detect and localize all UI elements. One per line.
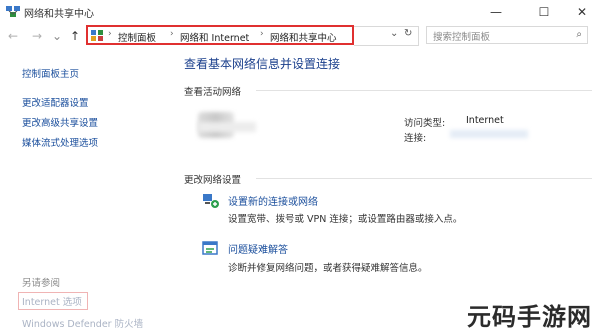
breadcrumb-network-internet[interactable]: 网络和 Internet [180, 30, 249, 44]
divider [256, 178, 592, 179]
network-center-icon [6, 6, 20, 17]
window-title: 网络和共享中心 [24, 9, 94, 20]
search-box[interactable]: 搜索控制面板 ⌕ [426, 26, 588, 44]
active-networks-label: 查看活动网络 [184, 87, 242, 98]
breadcrumb-separator: › [108, 29, 112, 39]
address-dropdown-icon[interactable]: ⌄ [390, 28, 398, 39]
address-row: ← → ⌄ ↑ › 控制面板 › 网络和 Internet › 网络和共享中心 … [0, 24, 600, 50]
breadcrumb-network-sharing-center[interactable]: 网络和共享中心 [270, 30, 337, 44]
forward-button[interactable]: → [32, 29, 42, 43]
see-also-label: 另请参阅 [22, 278, 61, 289]
change-settings-label: 更改网络设置 [184, 175, 242, 186]
refresh-icon[interactable]: ↻ [404, 28, 412, 39]
main-panel: 查看基本网络信息并设置连接 查看活动网络 访问类型: Internet 连接: … [170, 50, 600, 336]
search-placeholder: 搜索控制面板 [433, 32, 491, 43]
network-setup-icon [203, 194, 219, 208]
address-bar-tail: ⌄ ↻ [354, 26, 419, 46]
title-bar: 网络和共享中心 — ☐ ✕ [0, 0, 600, 24]
blurred-network-name [198, 122, 256, 132]
recent-dropdown-icon[interactable]: ⌄ [52, 29, 62, 43]
blurred-connection-link[interactable] [450, 130, 528, 138]
internet-options-link[interactable]: Internet 选项 [22, 294, 82, 308]
control-panel-icon [91, 30, 103, 41]
setup-connection-link[interactable]: 设置新的连接或网络 [228, 193, 318, 208]
access-type-label: 访问类型: [404, 118, 446, 129]
windows-defender-firewall-link[interactable]: Windows Defender 防火墙 [22, 316, 143, 330]
troubleshoot-icon [202, 241, 218, 255]
sidebar: 控制面板主页 更改适配器设置 更改高级共享设置 媒体流式处理选项 另请参阅 In… [0, 50, 170, 336]
minimize-button[interactable]: — [480, 2, 512, 22]
breadcrumb-separator: › [170, 29, 174, 39]
sidebar-item-advanced-sharing[interactable]: 更改高级共享设置 [22, 115, 98, 129]
sidebar-item-adapter-settings[interactable]: 更改适配器设置 [22, 95, 89, 109]
sidebar-item-media-streaming[interactable]: 媒体流式处理选项 [22, 135, 98, 149]
page-title: 查看基本网络信息并设置连接 [184, 57, 341, 71]
setup-connection-desc: 设置宽带、拨号或 VPN 连接；或设置路由器或接入点。 [228, 214, 463, 225]
access-type-value: Internet [466, 115, 504, 126]
troubleshoot-link[interactable]: 问题疑难解答 [228, 241, 288, 256]
close-button[interactable]: ✕ [566, 2, 598, 22]
search-icon[interactable]: ⌕ [576, 29, 582, 40]
back-button[interactable]: ← [8, 29, 18, 43]
troubleshoot-desc: 诊断并修复网络问题，或者获得疑难解答信息。 [228, 263, 428, 274]
breadcrumb-control-panel[interactable]: 控制面板 [118, 30, 156, 44]
address-bar[interactable]: › 控制面板 › 网络和 Internet › 网络和共享中心 [86, 25, 354, 45]
breadcrumb-separator: › [260, 29, 264, 39]
up-button[interactable]: ↑ [70, 29, 80, 43]
maximize-button[interactable]: ☐ [528, 2, 560, 22]
sidebar-item-control-panel-home[interactable]: 控制面板主页 [22, 66, 79, 80]
divider [256, 90, 592, 91]
watermark: 元码手游网 [467, 303, 592, 331]
connections-label: 连接: [404, 133, 427, 144]
